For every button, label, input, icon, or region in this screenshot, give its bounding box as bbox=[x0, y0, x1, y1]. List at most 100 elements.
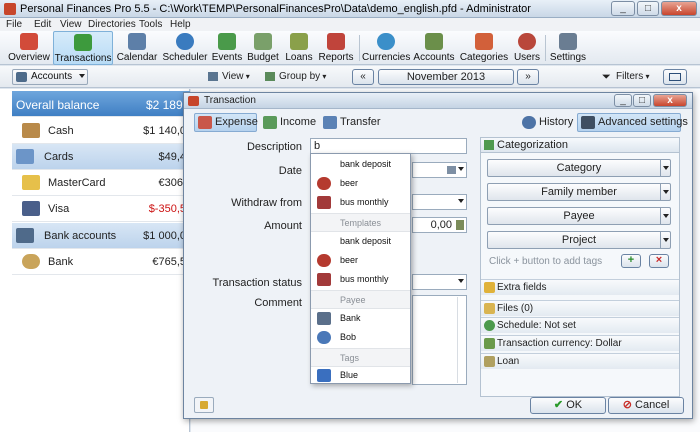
list-item[interactable]: bank deposit bbox=[311, 232, 410, 251]
withdraw-from-select[interactable] bbox=[412, 194, 467, 210]
add-tag-button[interactable]: + bbox=[621, 254, 641, 268]
menu-tools[interactable]: Tools bbox=[139, 18, 162, 31]
menu-view[interactable]: View bbox=[60, 18, 82, 31]
maximize-button[interactable]: □ bbox=[637, 1, 659, 16]
advanced-settings-icon bbox=[581, 116, 595, 129]
toolbar-events-button[interactable]: Events bbox=[211, 31, 243, 65]
toolbar-accounts-button[interactable]: Accounts bbox=[413, 31, 455, 65]
list-item[interactable]: Bank bbox=[311, 309, 410, 328]
category-selector[interactable]: Category bbox=[487, 159, 671, 177]
advanced-settings-button[interactable]: Advanced settings bbox=[577, 113, 688, 132]
period-selector[interactable]: November 2013 bbox=[378, 69, 514, 85]
list-item-label: beer bbox=[340, 178, 359, 188]
payee-label: Payee bbox=[563, 210, 595, 222]
toolbar-loans-button[interactable]: Loans bbox=[283, 31, 315, 65]
account-row-bank[interactable]: Bank €765,5 bbox=[12, 249, 190, 275]
calendar-icon bbox=[128, 33, 146, 50]
remove-tag-button[interactable]: × bbox=[649, 254, 669, 268]
previous-period-button[interactable]: « bbox=[352, 69, 374, 85]
section-transaction-currency[interactable]: Transaction currency: Dollar bbox=[481, 335, 679, 351]
section-extra-fields[interactable]: Extra fields bbox=[481, 279, 679, 295]
toolbar-transactions-button[interactable]: Transactions bbox=[53, 31, 113, 65]
payee-selector[interactable]: Payee bbox=[487, 207, 671, 225]
menu-bar: File Edit View Directories Tools Help bbox=[0, 18, 700, 31]
next-period-button[interactable]: » bbox=[517, 69, 539, 85]
account-row-overall-balance[interactable]: Overall balance $2 189, bbox=[12, 91, 190, 117]
tab-history[interactable]: History bbox=[518, 113, 574, 132]
amount-input[interactable]: 0,00 bbox=[412, 217, 467, 233]
toolbar-calendar-button[interactable]: Calendar bbox=[115, 31, 159, 65]
menu-directories[interactable]: Directories bbox=[88, 18, 136, 31]
tab-transfer[interactable]: Transfer bbox=[319, 113, 381, 132]
toolbar-overview-button[interactable]: Overview bbox=[8, 31, 50, 65]
comment-scrollbar[interactable] bbox=[457, 297, 465, 383]
date-picker[interactable] bbox=[412, 162, 467, 178]
bank-group-icon bbox=[16, 228, 34, 243]
toolbar-currencies-button[interactable]: Currencies bbox=[362, 31, 410, 65]
dialog-app-icon bbox=[188, 96, 199, 106]
toolbar-scheduler-button[interactable]: Scheduler bbox=[161, 31, 209, 65]
currency-icon bbox=[484, 338, 495, 349]
filters-menu-button[interactable]: ⏷ Filters ▾ bbox=[602, 71, 649, 83]
bus-ticket-icon bbox=[317, 196, 331, 209]
comment-textarea[interactable] bbox=[412, 295, 467, 385]
toolbar-budget-button[interactable]: Budget bbox=[245, 31, 281, 65]
tab-expense[interactable]: Expense bbox=[194, 113, 258, 132]
tab-label: History bbox=[539, 116, 574, 128]
menu-edit[interactable]: Edit bbox=[34, 18, 51, 31]
currencies-exchange-icon bbox=[377, 33, 395, 50]
dialog-minimize-button[interactable]: _ bbox=[614, 94, 632, 107]
categorization-header[interactable]: Categorization bbox=[481, 138, 679, 153]
minimize-button[interactable]: _ bbox=[611, 1, 635, 16]
list-item[interactable]: beer bbox=[311, 174, 410, 193]
list-item[interactable]: bank deposit bbox=[311, 155, 410, 174]
account-row-visa[interactable]: Visa $-350,5 bbox=[12, 196, 190, 222]
ok-button[interactable]: ✔ OK bbox=[530, 397, 606, 414]
star-icon bbox=[484, 282, 495, 293]
reports-chart-icon bbox=[327, 33, 345, 50]
menu-help[interactable]: Help bbox=[170, 18, 191, 31]
toolbar-reports-button[interactable]: Reports bbox=[317, 31, 355, 65]
family-member-selector[interactable]: Family member bbox=[487, 183, 671, 201]
section-schedule[interactable]: Schedule: Not set bbox=[481, 317, 679, 333]
toolbar-categories-button[interactable]: Categories bbox=[458, 31, 510, 65]
dialog-title: Transaction bbox=[204, 95, 256, 106]
view-menu-button[interactable]: View ▾ bbox=[208, 71, 250, 82]
toolbar-users-button[interactable]: Users bbox=[512, 31, 542, 65]
budget-envelope-icon bbox=[254, 33, 272, 50]
account-group-bank-accounts[interactable]: Bank accounts $1 000,0 bbox=[12, 223, 190, 249]
expense-icon bbox=[198, 116, 212, 129]
section-label: Transaction currency: Dollar bbox=[497, 338, 622, 349]
menu-file[interactable]: File bbox=[6, 18, 22, 31]
list-item[interactable]: bus monthly bbox=[311, 270, 410, 289]
dialog-close-button[interactable]: x bbox=[653, 94, 687, 107]
list-item[interactable]: Blue bbox=[311, 366, 410, 385]
tab-income[interactable]: Income bbox=[259, 113, 317, 132]
list-item[interactable]: bus monthly bbox=[311, 193, 410, 212]
list-item[interactable]: Bob bbox=[311, 328, 410, 347]
tab-label: Income bbox=[280, 116, 317, 128]
accounts-dropdown-button[interactable]: Accounts bbox=[12, 69, 88, 85]
toolbar-settings-button[interactable]: Settings bbox=[549, 31, 587, 65]
account-group-cards[interactable]: Cards $49,4 bbox=[12, 144, 190, 170]
group-by-menu-button[interactable]: Group by ▾ bbox=[265, 71, 326, 82]
section-loan[interactable]: Loan bbox=[481, 353, 679, 369]
lock-button[interactable] bbox=[194, 397, 214, 413]
cancel-button[interactable]: ⊘ Cancel bbox=[608, 397, 684, 414]
description-input[interactable]: b bbox=[310, 138, 467, 154]
account-row-cash[interactable]: Cash $1 140,0 bbox=[12, 118, 190, 144]
accounts-dropdown-label: Accounts bbox=[31, 71, 73, 82]
description-autocomplete-list: bank deposit beer bus monthly Templates … bbox=[310, 153, 411, 384]
section-files[interactable]: Files (0) bbox=[481, 300, 679, 316]
filters-label: Filters bbox=[616, 71, 644, 82]
list-item-label: Bank bbox=[340, 313, 361, 323]
ok-label: OK bbox=[566, 399, 583, 411]
panel-toggle-button[interactable] bbox=[663, 69, 687, 85]
list-item[interactable]: beer bbox=[311, 251, 410, 270]
account-amount: $49,4 bbox=[158, 151, 186, 163]
project-selector[interactable]: Project bbox=[487, 231, 671, 249]
account-row-mastercard[interactable]: MasterCard €306, bbox=[12, 170, 190, 196]
transaction-status-select[interactable] bbox=[412, 274, 467, 290]
close-button[interactable]: x bbox=[661, 1, 697, 16]
dialog-maximize-button[interactable]: □ bbox=[633, 94, 651, 107]
